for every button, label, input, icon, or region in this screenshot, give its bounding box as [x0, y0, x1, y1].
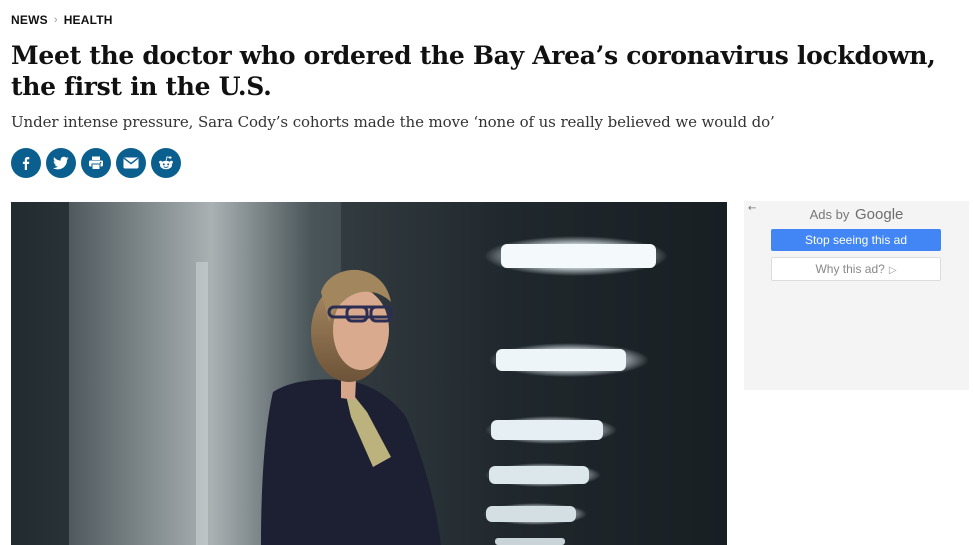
twitter-icon	[53, 156, 69, 170]
share-reddit-button[interactable]	[151, 148, 181, 178]
breadcrumb-health-link[interactable]: HEALTH	[64, 13, 113, 27]
google-logo: Google	[855, 206, 904, 223]
why-this-ad-button[interactable]: Why this ad? ▷	[771, 257, 941, 281]
article-subheadline: Under intense pressure, Sara Cody’s coho…	[11, 113, 775, 131]
article-photo	[11, 202, 727, 545]
print-icon	[89, 156, 103, 170]
adchoices-icon: ▷	[888, 265, 897, 276]
page-title: Meet the doctor who ordered the Bay Area…	[11, 41, 936, 101]
breadcrumb-news-link[interactable]: NEWS	[11, 13, 48, 27]
email-icon	[123, 157, 139, 169]
ads-by-google-label: Ads by Google	[744, 206, 969, 223]
share-print-button[interactable]	[81, 148, 111, 178]
reddit-icon	[159, 156, 173, 170]
share-bar	[11, 148, 181, 178]
facebook-icon	[22, 157, 30, 170]
google-ad-panel: ← Ads by Google Stop seeing this ad Why …	[744, 201, 969, 390]
share-twitter-button[interactable]	[46, 148, 76, 178]
stop-seeing-ad-button[interactable]: Stop seeing this ad	[771, 229, 941, 251]
breadcrumb: NEWS › HEALTH	[11, 13, 113, 27]
ads-by-text: Ads by	[809, 207, 850, 222]
why-this-ad-label: Why this ad?	[815, 262, 885, 276]
share-facebook-button[interactable]	[11, 148, 41, 178]
breadcrumb-separator: ›	[53, 14, 58, 26]
share-email-button[interactable]	[116, 148, 146, 178]
